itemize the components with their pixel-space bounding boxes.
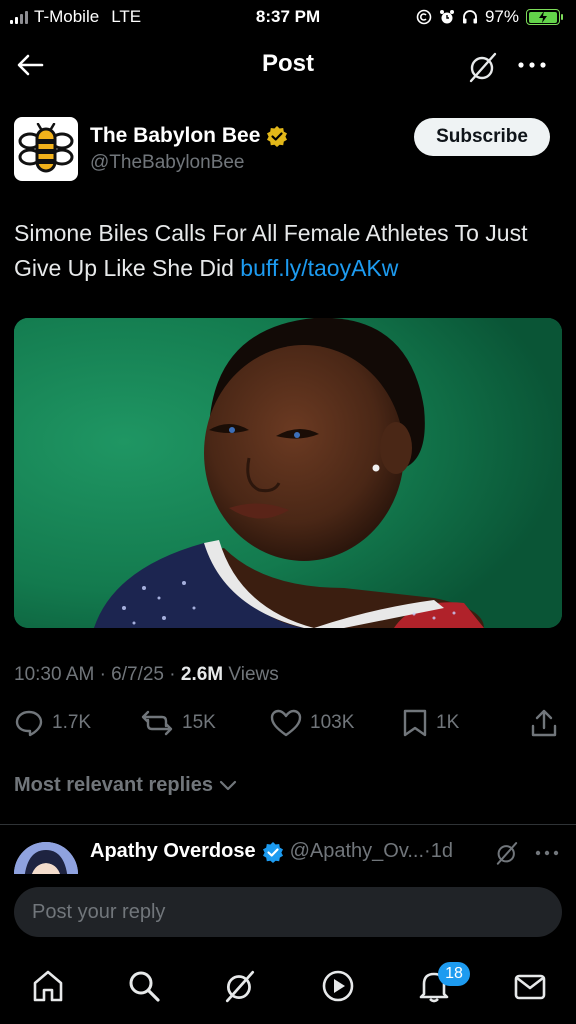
nav-search[interactable] <box>122 964 166 1008</box>
author-handle[interactable]: @TheBabylonBee <box>90 152 245 174</box>
repost-count: 15K <box>182 712 216 733</box>
reply-more-button[interactable] <box>534 846 560 865</box>
grok-button[interactable] <box>466 50 500 84</box>
post-link[interactable]: buff.ly/taoyAKw <box>240 255 398 281</box>
reply-grok-button[interactable] <box>494 840 520 871</box>
like-action[interactable]: 103K <box>270 708 354 738</box>
subscribe-button[interactable]: Subscribe <box>414 118 550 156</box>
headphones-icon <box>462 10 477 24</box>
nav-video[interactable] <box>316 964 360 1008</box>
status-left: T-Mobile LTE <box>10 7 141 27</box>
reply-author-handle[interactable]: @Apathy_Ov... <box>290 840 424 863</box>
share-action[interactable] <box>530 708 558 738</box>
like-count: 103K <box>310 712 355 733</box>
more-icon <box>518 62 546 68</box>
grok-icon <box>496 842 518 865</box>
post-text: Simone Biles Calls For All Female Athlet… <box>14 216 566 286</box>
battery-icon <box>526 9 563 25</box>
babylon-bee-logo <box>18 123 74 173</box>
carrier-label: T-Mobile <box>34 7 100 26</box>
nav-grok[interactable] <box>218 964 262 1008</box>
reply-input[interactable]: Post your reply <box>14 887 562 937</box>
post-time: 10:30 AM <box>14 664 95 685</box>
post-image[interactable] <box>14 318 562 628</box>
signal-icon <box>10 10 28 24</box>
video-icon <box>322 970 354 1002</box>
athlete-photo <box>14 318 562 628</box>
reply-age: 1d <box>430 840 453 862</box>
alarm-icon <box>439 10 454 24</box>
repost-action[interactable]: 15K <box>140 708 216 738</box>
views-count: 2.6M <box>180 664 224 685</box>
reply-count: 1.7K <box>52 712 92 733</box>
replies-sort-dropdown[interactable]: Most relevant replies <box>14 774 237 797</box>
reply-author-name[interactable]: Apathy Overdose <box>90 840 256 863</box>
reply-icon <box>15 710 43 737</box>
chevron-down-icon <box>219 780 237 790</box>
more-button[interactable] <box>514 52 550 78</box>
messages-icon <box>514 974 546 1000</box>
repost-icon <box>141 710 173 736</box>
post-header: Post <box>0 38 576 92</box>
heart-icon <box>270 709 302 737</box>
grok-icon <box>225 970 255 1003</box>
nav-home[interactable] <box>26 964 70 1008</box>
battery-percent: 97% <box>484 7 519 26</box>
bookmark-icon <box>403 709 427 737</box>
status-right: 97% <box>416 7 563 27</box>
search-icon <box>129 971 160 1002</box>
views-label: Views <box>228 664 279 685</box>
post-date: 6/7/25 <box>111 664 164 685</box>
network-label: LTE <box>111 7 142 26</box>
grok-icon <box>469 52 497 83</box>
bookmark-count: 1K <box>436 712 460 733</box>
author-name-label: The Babylon Bee <box>90 124 261 147</box>
share-icon <box>531 709 557 737</box>
nav-messages[interactable] <box>508 964 552 1008</box>
author-name[interactable]: The Babylon Bee <box>90 124 288 148</box>
reply-action[interactable]: 1.7K <box>14 708 91 738</box>
author-avatar[interactable] <box>14 117 78 181</box>
status-bar: T-Mobile LTE 8:37 PM 97% <box>0 0 576 34</box>
verified-blue-icon <box>262 841 283 863</box>
more-icon <box>535 850 559 856</box>
reply-header: Apathy Overdose @Apathy_Ov... · 1d <box>90 840 453 863</box>
notifications-badge: 18 <box>438 962 470 986</box>
replies-sort-label: Most relevant replies <box>14 774 213 796</box>
post-meta: 10:30 AM · 6/7/25 · 2.6M Views <box>14 664 279 685</box>
home-icon <box>33 970 63 1002</box>
divider <box>0 824 576 825</box>
bookmark-action[interactable]: 1K <box>402 708 459 738</box>
screen-lock-icon <box>416 9 432 25</box>
verified-gold-icon <box>267 126 288 147</box>
